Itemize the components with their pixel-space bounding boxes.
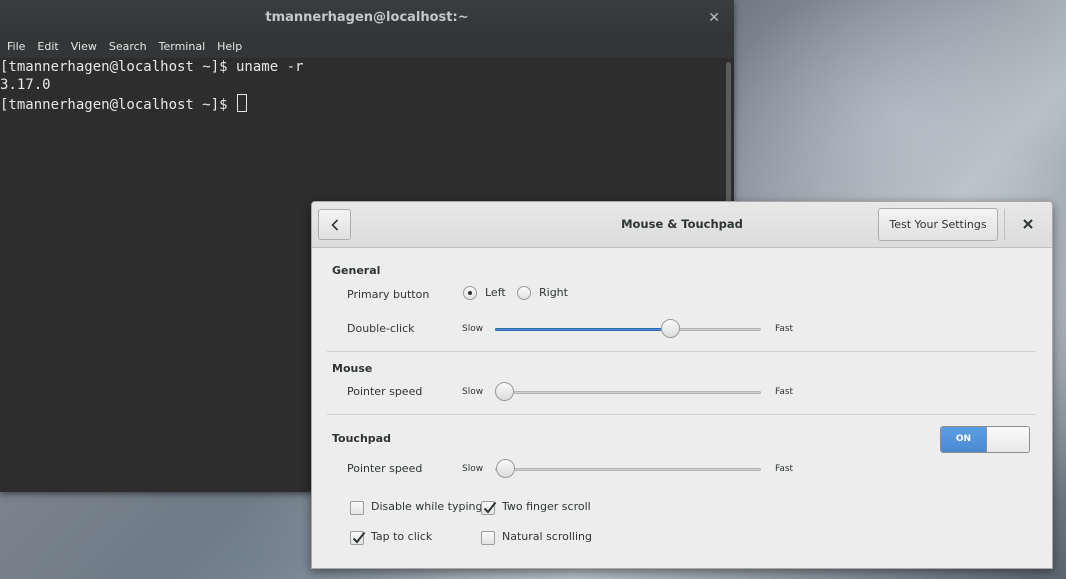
double-click-slider[interactable]	[495, 319, 761, 338]
slider-knob[interactable]	[495, 382, 514, 401]
check-icon	[483, 501, 497, 514]
slider-track	[495, 468, 761, 471]
touchpad-toggle-switch[interactable]: ON	[940, 426, 1030, 453]
header-separator	[1004, 209, 1005, 240]
menu-search[interactable]: Search	[103, 36, 153, 58]
terminal-prompt-line: [tmannerhagen@localhost ~]$	[0, 94, 722, 113]
dialog-header: Mouse & Touchpad Test Your Settings	[312, 202, 1052, 248]
menu-view[interactable]: View	[65, 36, 103, 58]
touchpad-pointer-speed-label: Pointer speed	[347, 462, 423, 475]
mouse-slow-label: Slow	[462, 387, 484, 397]
primary-left-radio[interactable]	[463, 286, 477, 300]
touchpad-fast-label: Fast	[775, 464, 794, 474]
touchpad-pointer-speed-slider[interactable]	[495, 459, 761, 478]
touchpad-slow-label: Slow	[462, 464, 484, 474]
switch-on-label: ON	[941, 427, 986, 452]
slider-fill	[495, 328, 671, 331]
section-title-touchpad: Touchpad	[332, 432, 391, 445]
close-icon	[1023, 219, 1033, 229]
primary-right-label[interactable]: Right	[539, 286, 568, 299]
terminal-prompt: [tmannerhagen@localhost ~]$	[0, 97, 237, 113]
section-title-general: General	[332, 264, 381, 277]
mouse-pointer-speed-slider[interactable]	[495, 382, 761, 401]
section-divider	[327, 414, 1036, 415]
two-finger-scroll-checkbox[interactable]	[481, 501, 497, 515]
switch-handle[interactable]	[986, 427, 1029, 452]
slider-track	[495, 391, 761, 394]
primary-left-label[interactable]: Left	[485, 286, 506, 299]
double-click-fast-label: Fast	[775, 324, 794, 334]
terminal-cursor	[237, 94, 248, 112]
double-click-label: Double-click	[347, 322, 415, 335]
menu-help[interactable]: Help	[211, 36, 248, 58]
terminal-line: 3.17.0	[0, 77, 51, 93]
natural-scrolling-label[interactable]: Natural scrolling	[502, 530, 592, 543]
tap-to-click-label[interactable]: Tap to click	[371, 530, 432, 543]
chevron-left-icon	[331, 219, 339, 231]
disable-while-typing-label[interactable]: Disable while typing	[371, 500, 482, 513]
section-divider	[327, 351, 1036, 352]
section-title-mouse: Mouse	[332, 362, 373, 375]
primary-right-radio[interactable]	[517, 286, 531, 300]
mouse-fast-label: Fast	[775, 387, 794, 397]
slider-knob[interactable]	[495, 459, 515, 478]
close-button[interactable]	[1018, 214, 1038, 234]
two-finger-scroll-label[interactable]: Two finger scroll	[502, 500, 591, 513]
terminal-line: [tmannerhagen@localhost ~]$ uname -r	[0, 59, 304, 75]
slider-knob[interactable]	[660, 319, 680, 338]
terminal-titlebar[interactable]: tmannerhagen@localhost:~ ✕	[0, 0, 734, 36]
primary-button-label: Primary button	[347, 288, 430, 301]
menu-file[interactable]: File	[0, 36, 31, 58]
double-click-slow-label: Slow	[462, 324, 484, 334]
terminal-menubar: File Edit View Search Terminal Help	[0, 36, 734, 58]
terminal-close-icon[interactable]: ✕	[708, 0, 720, 36]
terminal-title: tmannerhagen@localhost:~	[265, 10, 469, 25]
disable-while-typing-checkbox[interactable]	[350, 501, 364, 515]
check-icon	[352, 531, 366, 544]
mouse-pointer-speed-label: Pointer speed	[347, 385, 423, 398]
tap-to-click-checkbox[interactable]	[350, 531, 366, 545]
mouse-touchpad-dialog: Mouse & Touchpad Test Your Settings Gene…	[311, 201, 1053, 569]
menu-edit[interactable]: Edit	[31, 36, 64, 58]
menu-terminal[interactable]: Terminal	[153, 36, 212, 58]
test-your-settings-button[interactable]: Test Your Settings	[878, 208, 998, 241]
natural-scrolling-checkbox[interactable]	[481, 531, 495, 545]
back-button[interactable]	[318, 209, 351, 240]
